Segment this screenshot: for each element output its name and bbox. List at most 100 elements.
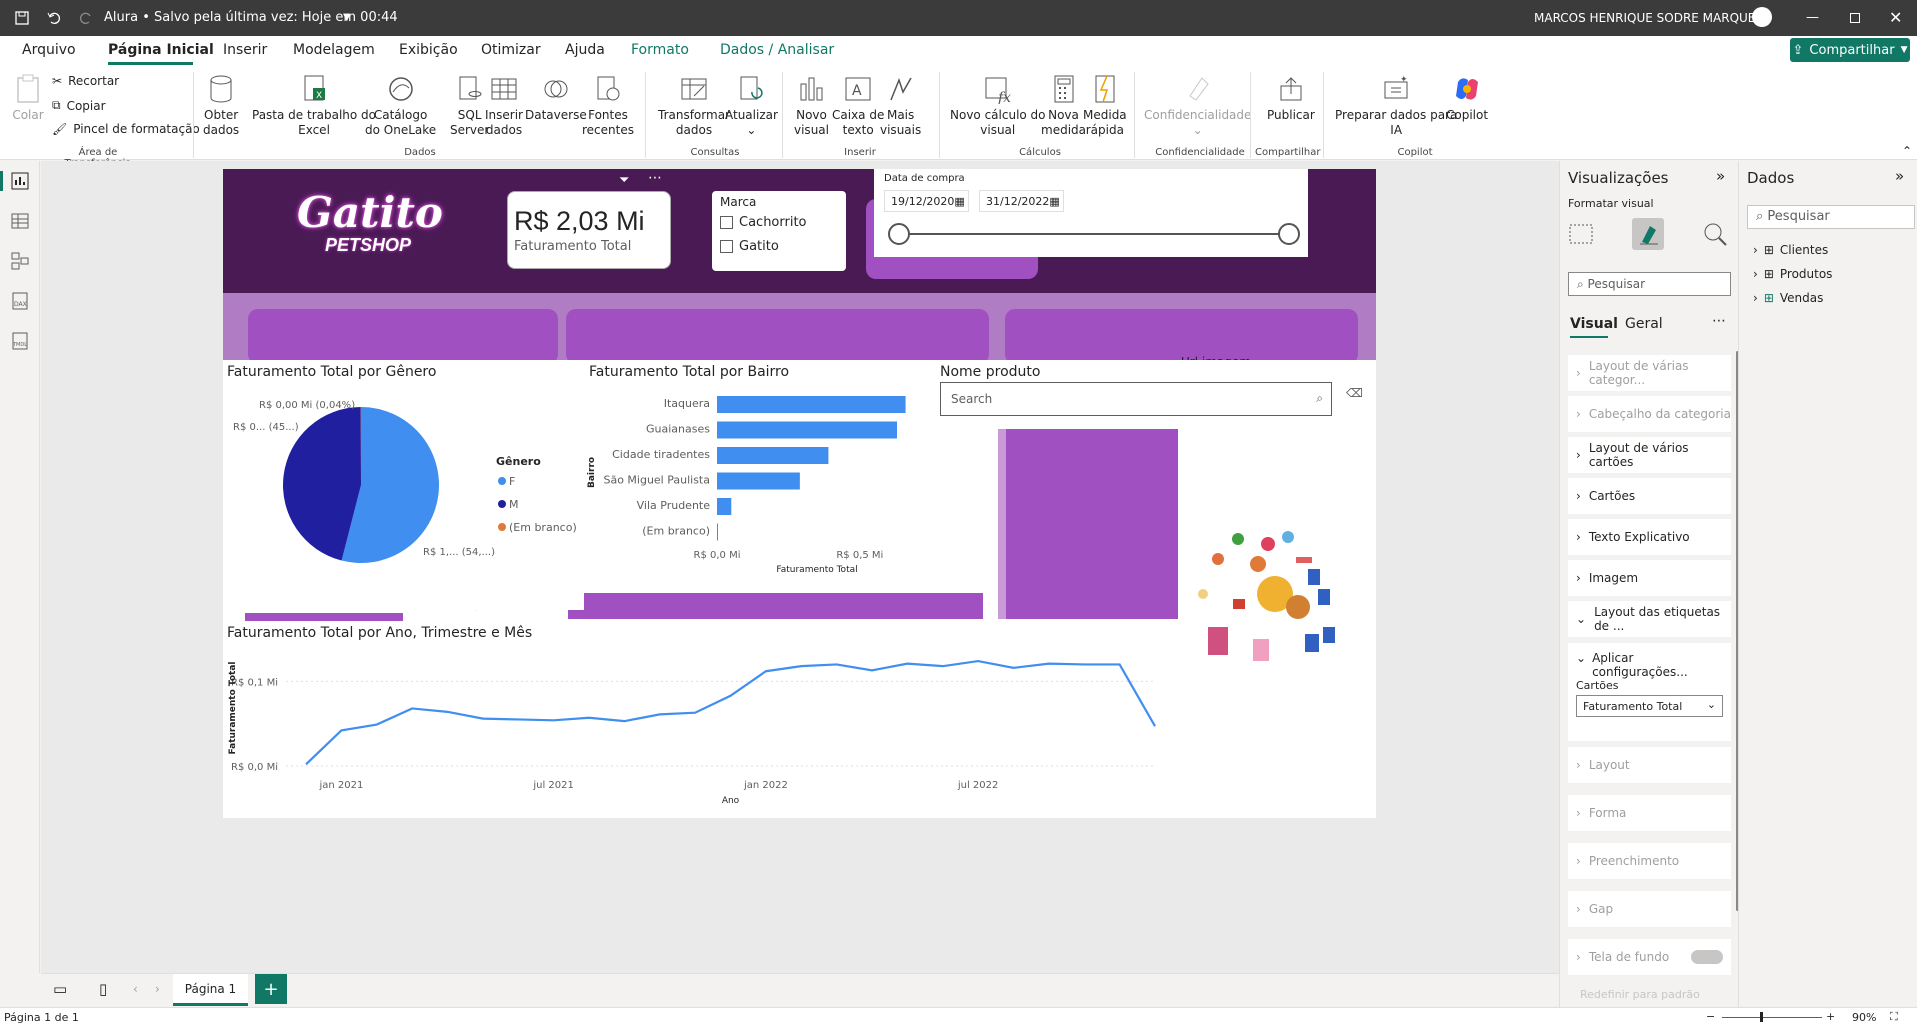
section-layout[interactable]: › Layout [1568,747,1731,783]
eraser-icon[interactable]: ⌫ [1346,386,1363,400]
background-toggle[interactable] [1691,950,1723,964]
tab-otimizar[interactable]: Otimizar [481,42,541,58]
section-cartoes[interactable]: › Cartões [1568,478,1731,514]
start-date-input[interactable]: 19/12/2020 ▦ [884,190,969,212]
desktop-layout-icon[interactable]: ▭ [53,980,67,998]
zoom-handle[interactable] [1760,1012,1763,1022]
slicer-data-compra[interactable]: Data de compra 19/12/2020 ▦ 31/12/2022 ▦ [874,169,1308,257]
page-tab[interactable]: Página 1 [173,974,248,1006]
reset-default-link[interactable]: Redefinir para padrão [1580,988,1700,1001]
search-visual[interactable]: Nome produto Search ⌕ ⌫ [938,360,1376,428]
prepare-data-ai-button[interactable]: ✦ Preparar dados para IA [1335,72,1457,138]
table-item-clientes[interactable]: › ⊞ Clientes [1753,243,1828,257]
line-chart-visual[interactable]: Faturamento Total por Ano, Trimestre e M… [223,621,1178,818]
new-measure-button[interactable]: Nova medida [1041,72,1086,138]
refresh-button[interactable]: Atualizar ⌄ [725,72,778,138]
cards-dropdown[interactable]: Faturamento Total ⌄ [1576,695,1723,717]
sql-server-button[interactable]: SQL Server [450,72,489,138]
copy-button[interactable]: ⧉ Copiar [52,98,106,113]
section-layout-etiquetas[interactable]: ⌄ Layout das etiquetas de ... [1568,601,1731,637]
build-visual-icon[interactable] [1568,221,1594,247]
tab-exibicao[interactable]: Exibição [399,42,458,58]
product-search-input[interactable]: Search ⌕ [940,382,1332,416]
table-item-vendas[interactable]: › ⊞ Vendas [1753,291,1823,305]
bar-chart-visual[interactable]: Faturamento Total por Bairro Itaquera Gua… [584,360,998,593]
data-search-input[interactable]: ⌕ Pesquisar [1747,205,1915,229]
filter-icon[interactable]: ⏷ [619,173,629,188]
next-page-icon[interactable]: › [155,982,160,996]
product-image-visual[interactable] [1178,429,1376,818]
slicer-marca[interactable]: Marca Cachorrito Gatito [712,191,846,271]
more-options-icon[interactable]: ⋯ [1712,313,1726,329]
recent-sources-button[interactable]: Fontes recentes [582,72,634,138]
kpi-card-total[interactable]: R$ 2,03 Mi Faturamento Total [507,191,671,269]
section-imagem[interactable]: › Imagem [1568,560,1731,596]
avatar[interactable] [1752,7,1772,27]
text-box-button[interactable]: A Caixa de texto [832,72,884,138]
checkbox[interactable] [720,216,733,229]
tab-inserir[interactable]: Inserir [223,42,267,58]
collapse-pane-icon[interactable]: » [1716,167,1725,185]
section-layout-cartoes[interactable]: › Layout de vários cartões [1568,437,1731,473]
table-view-icon[interactable] [10,211,30,231]
section-cabecalho-categoria[interactable]: › Cabeçalho da categoria [1568,396,1731,432]
enter-data-button[interactable]: Inserir dados [485,72,523,138]
dataverse-button[interactable]: Dataverse [525,72,587,123]
end-date-input[interactable]: 31/12/2022 ▦ [979,190,1064,212]
format-painter-button[interactable]: 🖌 Pincel de formatação [52,122,200,136]
excel-workbook-button[interactable]: X Pasta de trabalho do Excel [252,72,376,138]
section-layout-categorias[interactable]: › Layout de várias categor... [1568,355,1731,391]
restore-icon[interactable] [1850,13,1860,23]
slicer-option[interactable]: Gatito [720,239,838,254]
zoom-in-icon[interactable]: + [1826,1010,1835,1023]
share-button[interactable]: ⇪ Compartilhar ▼ [1790,38,1910,62]
zoom-out-icon[interactable]: − [1706,1010,1715,1023]
checkbox[interactable] [720,240,733,253]
model-view-icon[interactable] [10,251,30,271]
range-handle-start[interactable] [888,223,910,245]
tab-visual[interactable]: Visual [1570,316,1618,332]
minimize-icon[interactable]: — [1806,0,1819,36]
fit-page-icon[interactable]: ⛶ [1890,1010,1898,1024]
tmdl-view-icon[interactable]: TMDL [10,331,30,351]
dax-query-view-icon[interactable]: DAX [10,291,30,311]
chevron-down-icon[interactable]: ▼ [343,0,351,36]
tab-modelagem[interactable]: Modelagem [293,42,375,58]
quick-measure-button[interactable]: Medida rápida [1083,72,1127,138]
new-visual-button[interactable]: Novo visual [794,72,829,138]
viz-search-input[interactable]: ⌕ Pesquisar [1568,272,1731,296]
tab-geral[interactable]: Geral [1625,316,1663,332]
more-options-icon[interactable]: ⋯ [648,170,662,186]
cut-button[interactable]: ✂ Recortar [52,74,119,88]
pie-chart-visual[interactable]: Faturamento Total por Gênero R$ 0,00 Mi … [223,360,584,610]
sensitivity-button[interactable]: Confidencialidade ⌄ [1144,72,1251,138]
save-icon[interactable] [12,8,32,28]
mobile-layout-icon[interactable]: ▯ [99,980,107,998]
section-gap[interactable]: › Gap [1568,891,1731,927]
undo-icon[interactable] [44,8,64,28]
table-item-produtos[interactable]: › ⊞ Produtos [1753,267,1832,281]
tab-arquivo[interactable]: Arquivo [22,42,76,58]
onelake-catalog-button[interactable]: Catálogo do OneLake [365,72,436,138]
collapse-pane-icon[interactable]: » [1895,167,1904,185]
tab-pagina-inicial[interactable]: Página Inicial [108,42,214,58]
prev-page-icon[interactable]: ‹ [133,982,138,996]
publish-button[interactable]: Publicar [1267,72,1315,123]
tab-dados-analisar[interactable]: Dados / Analisar [720,42,834,58]
paste-button[interactable]: Colar [12,72,44,123]
copilot-button[interactable]: Copilot [1446,72,1488,123]
zoom-slider[interactable] [1722,1017,1822,1018]
slicer-option[interactable]: Cachorrito [720,215,838,230]
close-icon[interactable]: ✕ [1889,0,1902,36]
collapse-ribbon-icon[interactable]: ⌃ [1902,144,1912,158]
redo-icon[interactable] [76,8,96,28]
add-page-button[interactable]: + [255,974,287,1004]
transform-data-button[interactable]: Transformar dados [658,72,730,138]
more-visuals-button[interactable]: Mais visuais [880,72,921,138]
range-handle-end[interactable] [1278,223,1300,245]
section-preenchimento[interactable]: › Preenchimento [1568,843,1731,879]
apply-settings-toggle[interactable]: ⌄ Aplicar configurações... [1576,651,1731,679]
section-forma[interactable]: › Forma [1568,795,1731,831]
section-tela-de-fundo[interactable]: › Tela de fundo [1568,939,1731,975]
new-visual-calc-button[interactable]: fx Novo cálculo do visual [950,72,1046,138]
